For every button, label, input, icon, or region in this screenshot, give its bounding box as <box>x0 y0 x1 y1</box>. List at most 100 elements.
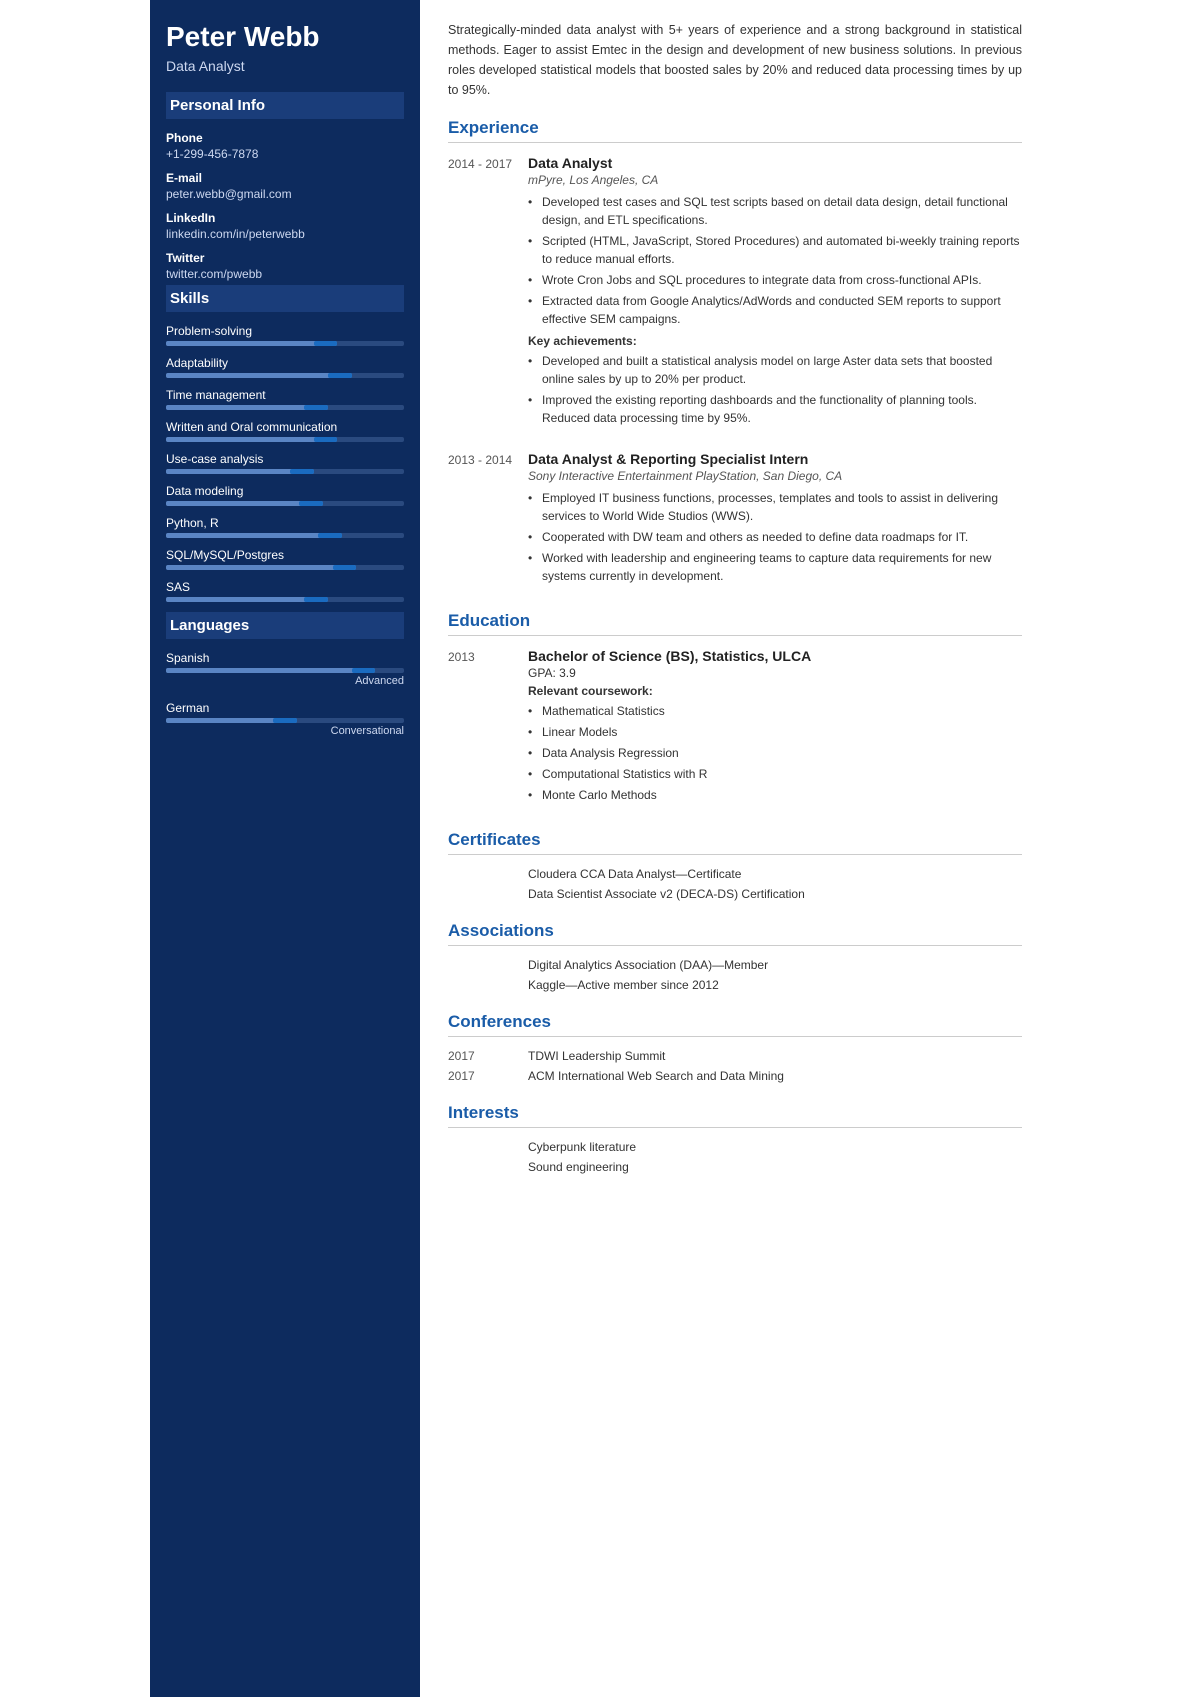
coursework-item: Computational Statistics with R <box>528 765 1022 783</box>
coursework-item: Mathematical Statistics <box>528 702 1022 720</box>
interests-title: Interests <box>448 1103 1022 1128</box>
certificate-text: Cloudera CCA Data Analyst—Certificate <box>528 867 1022 881</box>
language-level: Conversational <box>166 725 404 737</box>
skills-section-title: Skills <box>166 285 404 312</box>
language-item: German Conversational <box>166 701 404 737</box>
language-name: German <box>166 701 404 715</box>
skill-bar-accent <box>290 469 314 474</box>
company-name: Sony Interactive Entertainment PlayStati… <box>528 469 1022 483</box>
skill-name: Adaptability <box>166 356 404 370</box>
skill-name: Written and Oral communication <box>166 420 404 434</box>
bullet-item: Cooperated with DW team and others as ne… <box>528 528 1022 546</box>
bullet-list: Employed IT business functions, processe… <box>528 489 1022 585</box>
contact-value: +1-299-456-7878 <box>166 147 404 161</box>
coursework-item: Monte Carlo Methods <box>528 786 1022 804</box>
association-row: Digital Analytics Association (DAA)—Memb… <box>448 958 1022 972</box>
conference-row: 2017TDWI Leadership Summit <box>448 1049 1022 1063</box>
skill-bar-fill <box>166 533 342 538</box>
skill-bar-accent <box>304 405 328 410</box>
experience-section: Experience 2014 - 2017Data Analyst mPyre,… <box>448 118 1022 591</box>
bullet-item: Worked with leadership and engineering t… <box>528 549 1022 585</box>
experience-title: Experience <box>448 118 1022 143</box>
interest-text: Sound engineering <box>528 1160 1022 1174</box>
skill-item: Python, R <box>166 516 404 538</box>
conference-date: 2017 <box>448 1049 528 1063</box>
skill-item: Adaptability <box>166 356 404 378</box>
contact-label: Phone <box>166 131 404 145</box>
language-bar-accent <box>352 668 376 673</box>
skill-item: Data modeling <box>166 484 404 506</box>
coursework-item: Data Analysis Regression <box>528 744 1022 762</box>
skill-item: Written and Oral communication <box>166 420 404 442</box>
skill-bar-bg <box>166 469 404 474</box>
education-row: 2013Bachelor of Science (BS), Statistics… <box>448 648 1022 810</box>
interest-spacer <box>448 1160 528 1174</box>
candidate-title: Data Analyst <box>166 58 404 74</box>
contact-value: twitter.com/pwebb <box>166 267 404 281</box>
skill-bar-bg <box>166 405 404 410</box>
skills-list: Problem-solving Adaptability Time manageme… <box>166 324 404 602</box>
contact-list: Phone+1-299-456-7878E-mailpeter.webb@gma… <box>166 131 404 281</box>
language-bar-bg <box>166 718 404 723</box>
skill-bar-bg <box>166 501 404 506</box>
skill-bar-accent <box>314 437 338 442</box>
bullet-item: Developed test cases and SQL test script… <box>528 193 1022 229</box>
achievements-list: Developed and built a statistical analys… <box>528 352 1022 427</box>
skill-bar-bg <box>166 565 404 570</box>
contact-value: linkedin.com/in/peterwebb <box>166 227 404 241</box>
conferences-list: 2017TDWI Leadership Summit2017ACM Intern… <box>448 1049 1022 1083</box>
association-text: Digital Analytics Association (DAA)—Memb… <box>528 958 1022 972</box>
language-bar-accent <box>273 718 297 723</box>
skill-bar-accent <box>299 501 323 506</box>
candidate-name: Peter Webb <box>166 20 404 54</box>
education-section: Education 2013Bachelor of Science (BS), … <box>448 611 1022 810</box>
achievement-item: Developed and built a statistical analys… <box>528 352 1022 388</box>
skill-bar-fill <box>166 565 356 570</box>
interest-row: Sound engineering <box>448 1160 1022 1174</box>
associations-section: Associations Digital Analytics Associati… <box>448 921 1022 992</box>
associations-list: Digital Analytics Association (DAA)—Memb… <box>448 958 1022 992</box>
bullet-item: Employed IT business functions, processe… <box>528 489 1022 525</box>
skill-name: Use-case analysis <box>166 452 404 466</box>
skill-bar-bg <box>166 533 404 538</box>
education-details: Bachelor of Science (BS), Statistics, UL… <box>528 648 1022 810</box>
experience-list: 2014 - 2017Data Analyst mPyre, Los Angele… <box>448 155 1022 591</box>
coursework-label: Relevant coursework: <box>528 684 1022 698</box>
conference-name: ACM International Web Search and Data Mi… <box>528 1069 1022 1083</box>
association-row: Kaggle—Active member since 2012 <box>448 978 1022 992</box>
skill-name: SQL/MySQL/Postgres <box>166 548 404 562</box>
language-name: Spanish <box>166 651 404 665</box>
languages-section-title: Languages <box>166 612 404 639</box>
skill-item: Time management <box>166 388 404 410</box>
experience-details: Data Analyst mPyre, Los Angeles, CA Develo… <box>528 155 1022 433</box>
skill-bar-fill <box>166 437 337 442</box>
skill-name: Time management <box>166 388 404 402</box>
language-bar-fill <box>166 668 375 673</box>
education-list: 2013Bachelor of Science (BS), Statistics… <box>448 648 1022 810</box>
sidebar: Peter Webb Data Analyst Personal Info Ph… <box>150 0 420 1697</box>
contact-label: Twitter <box>166 251 404 265</box>
job-title: Data Analyst <box>528 155 1022 171</box>
skill-item: SQL/MySQL/Postgres <box>166 548 404 570</box>
conference-name: TDWI Leadership Summit <box>528 1049 1022 1063</box>
skill-bar-bg <box>166 437 404 442</box>
contact-value: peter.webb@gmail.com <box>166 187 404 201</box>
language-bar-bg <box>166 668 404 673</box>
certificate-row: Cloudera CCA Data Analyst—Certificate <box>448 867 1022 881</box>
education-title: Education <box>448 611 1022 636</box>
bullet-item: Extracted data from Google Analytics/AdW… <box>528 292 1022 328</box>
coursework-item: Linear Models <box>528 723 1022 741</box>
skill-bar-bg <box>166 341 404 346</box>
language-item: SpanishAdvanced <box>166 651 404 687</box>
experience-date: 2014 - 2017 <box>448 155 528 433</box>
main-content: Strategically-minded data analyst with 5… <box>420 0 1050 1697</box>
skill-bar-accent <box>328 373 352 378</box>
conferences-title: Conferences <box>448 1012 1022 1037</box>
languages-list: SpanishAdvanced German Conversational <box>166 651 404 737</box>
company-name: mPyre, Los Angeles, CA <box>528 173 1022 187</box>
skill-name: Problem-solving <box>166 324 404 338</box>
cert-spacer <box>448 887 528 901</box>
skill-name: SAS <box>166 580 404 594</box>
interest-text: Cyberpunk literature <box>528 1140 1022 1154</box>
assoc-spacer <box>448 978 528 992</box>
